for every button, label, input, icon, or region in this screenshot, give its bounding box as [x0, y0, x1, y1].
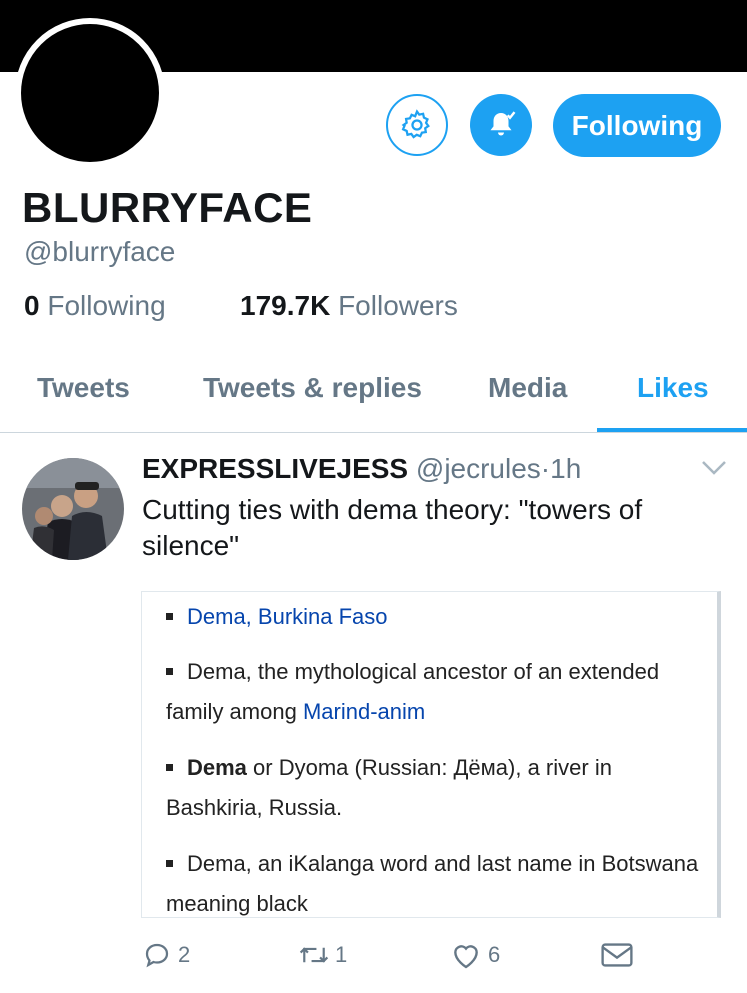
reply-count: 2 [178, 942, 191, 967]
tweet-author-handle[interactable]: @jecrules [416, 453, 541, 484]
settings-button[interactable] [386, 94, 448, 156]
tweet-text: Cutting ties with dema theory: "towers o… [142, 494, 643, 561]
bullet [166, 860, 173, 868]
retweet-icon [299, 947, 329, 963]
active-tab-indicator [597, 428, 747, 432]
tab-likes[interactable]: Likes [637, 372, 709, 404]
following-count: 0 [24, 290, 40, 321]
tweet-author-name[interactable]: EXPRESSLIVEJESS [142, 453, 408, 484]
profile-handle: @blurryface [24, 236, 176, 267]
like-button[interactable]: 6 [450, 940, 500, 970]
wiki-link: Dema, Burkina Faso [187, 604, 388, 629]
bullet [166, 764, 173, 772]
bullet [166, 613, 173, 621]
like-count: 6 [488, 942, 501, 967]
envelope-icon [601, 943, 633, 967]
tab-tweets[interactable]: Tweets [37, 372, 130, 404]
retweet-count: 1 [335, 942, 348, 967]
bell-check-icon [490, 111, 516, 136]
tweet-timestamp[interactable]: 1h [550, 453, 581, 484]
tab-tweets-replies[interactable]: Tweets & replies [203, 372, 422, 404]
profile-display-name: BLURRYFACE [22, 184, 313, 231]
wiki-text: Dema, an iKalanga word and last name in … [166, 851, 699, 916]
tweet-header: EXPRESSLIVEJESS @jecrules·1h [142, 453, 581, 485]
tweet-image-card[interactable]: Dema, Burkina Faso Dema, the mythologica… [141, 591, 721, 918]
direct-message-button[interactable] [600, 940, 634, 970]
reply-icon [145, 943, 169, 968]
followers-stat[interactable]: 179.7K Followers [240, 290, 458, 322]
chevron-down-icon[interactable] [700, 458, 728, 478]
tweet-author-avatar[interactable] [22, 458, 124, 560]
wiki-link: Marind-anim [302, 699, 426, 724]
gear-icon [401, 109, 430, 139]
wiki-list-item: Dema, the mythological ancestor of an ex… [166, 652, 706, 732]
reply-button[interactable]: 2 [142, 940, 190, 970]
retweet-button[interactable]: 1 [297, 940, 347, 970]
profile-avatar[interactable] [15, 18, 165, 168]
profile-tabs: Tweets Tweets & replies Media Likes [0, 358, 747, 433]
wiki-list-item: Dema or Dyoma (Russian: Дёма), a river i… [166, 748, 706, 828]
notifications-button[interactable] [470, 94, 532, 156]
followers-count: 179.7K [240, 290, 331, 321]
followers-label: Followers [338, 290, 458, 321]
following-label: Following [47, 290, 166, 321]
bullet [166, 668, 173, 676]
wiki-bold-text: Dema [187, 755, 247, 780]
heart-icon [454, 945, 478, 969]
following-button[interactable]: Following [553, 94, 721, 157]
wiki-list-item: Dema, Burkina Faso [166, 597, 706, 637]
tweet-actions: 2 1 6 [0, 940, 747, 980]
wiki-list-item: Dema, an iKalanga word and last name in … [166, 844, 706, 924]
tweet-separator: · [540, 453, 551, 484]
tab-media[interactable]: Media [488, 372, 567, 404]
following-stat[interactable]: 0 Following [24, 290, 166, 322]
